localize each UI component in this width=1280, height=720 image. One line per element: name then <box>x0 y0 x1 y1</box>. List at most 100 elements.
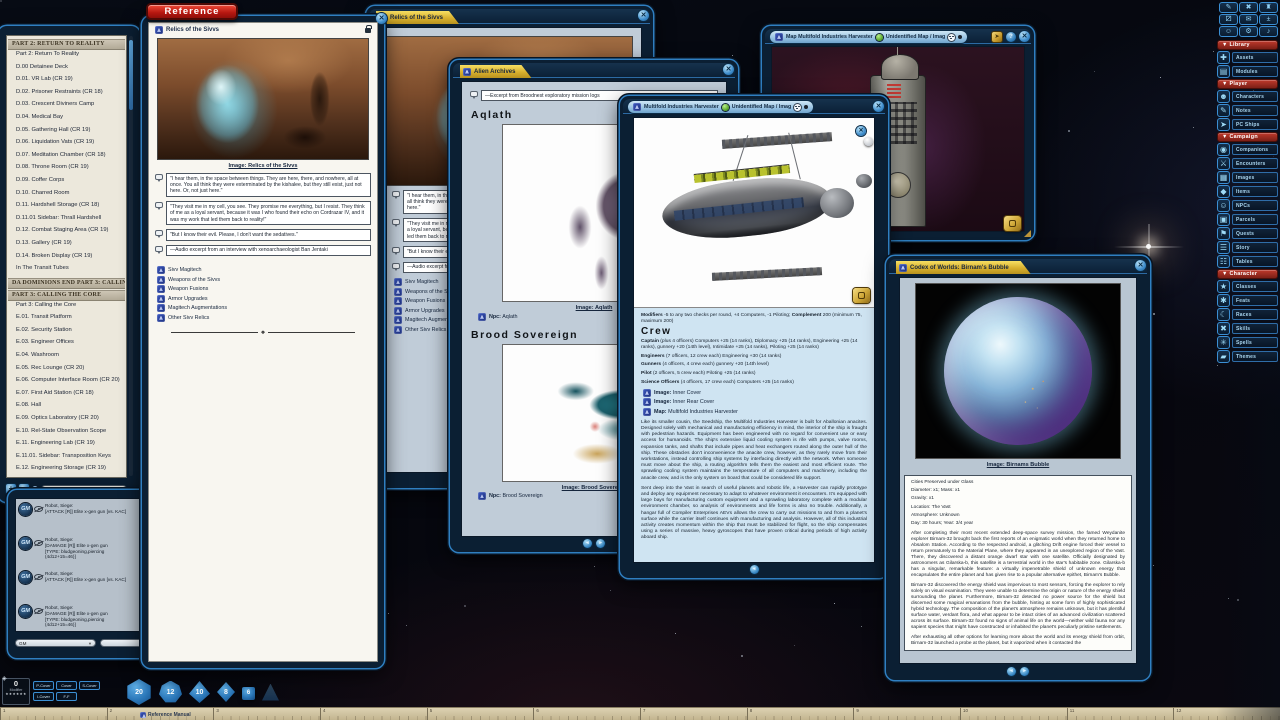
hotkey-slot[interactable]: 11 <box>1067 708 1174 720</box>
toc-row[interactable]: D.07. Meditation Chamber (CR 18) <box>7 152 126 160</box>
toc-row[interactable]: D.09. Coffer Corps <box>7 177 126 185</box>
story-relics-close-button[interactable]: ✕ <box>638 10 649 21</box>
token-face-icon[interactable] <box>794 104 801 111</box>
next-page-button[interactable]: ► <box>596 539 605 548</box>
reference-link[interactable]: Magitech Augmentations <box>157 304 377 312</box>
die[interactable]: 20 <box>126 679 152 705</box>
sidebar-item-label[interactable]: Images <box>1232 172 1278 183</box>
lock-icon[interactable] <box>1004 216 1021 231</box>
combat-modifier-button[interactable]: I-Cover <box>33 692 54 701</box>
toc-row[interactable]: Part 3: Calling the Core <box>7 302 126 310</box>
sidebar-item-label[interactable]: Companions <box>1232 144 1278 155</box>
sidebar-tool-button[interactable]: ✉ <box>1239 14 1258 25</box>
sidebar-item-label[interactable]: PC Ships <box>1232 119 1278 130</box>
story-window-harvester[interactable]: Multifold Industries Harvester Unidentif… <box>620 96 888 578</box>
reference-page-window[interactable]: ✕ Relics of the Sivvs Image: Relics of t… <box>142 16 384 668</box>
map-resize-handle[interactable] <box>1024 230 1031 237</box>
toc-row[interactable]: E.06. Computer Interface Room (CR 20) <box>7 377 126 385</box>
sidebar-item-icon[interactable]: ✖ <box>1217 322 1230 335</box>
toc-row[interactable]: PART 3: CALLING THE CORE <box>8 290 125 301</box>
alien-archives-tab[interactable]: Alien Archives <box>460 65 531 78</box>
sidebar-item-label[interactable]: Quests <box>1232 228 1278 239</box>
sidebar-item-label[interactable]: Items <box>1232 186 1278 197</box>
toc-row[interactable]: E.08. Hall <box>7 402 126 410</box>
reference-badge[interactable]: Reference <box>146 3 238 20</box>
planet-artwork[interactable] <box>915 283 1121 459</box>
sidebar-item-label[interactable]: Races <box>1232 309 1278 320</box>
toc-row[interactable]: E.11.01. Sidebar: Transposition Keys <box>7 453 126 461</box>
brush-size-icon[interactable] <box>804 105 808 109</box>
reference-link[interactable]: Weapons of the Sivvs <box>157 276 377 284</box>
toc-row[interactable]: E.09. Optics Laboratory (CR 20) <box>7 415 126 423</box>
token-delete-button[interactable]: ✕ <box>856 126 866 136</box>
toc-row[interactable]: PART 2: RETURN TO REALITY <box>8 39 125 50</box>
sidebar-item-icon[interactable]: ✳ <box>1217 336 1230 349</box>
sidebar-item-icon[interactable]: ⚑ <box>1217 227 1230 240</box>
toc-scrollbar[interactable] <box>129 36 133 476</box>
toc-row[interactable]: D.10. Charred Room <box>7 190 126 198</box>
toc-row[interactable]: D.00 Detainee Deck <box>7 64 126 72</box>
hotkey-slot[interactable]: 1 <box>0 708 107 720</box>
prev-page-button[interactable]: ◄ <box>1007 667 1016 676</box>
sidebar-section-header[interactable]: ▼ Character <box>1217 269 1278 279</box>
sidebar-item-label[interactable]: Tables <box>1232 256 1278 267</box>
reference-toc-window[interactable]: PART 2: RETURN TO REALITY Part 2: Return… <box>0 26 140 502</box>
codex-close-button[interactable]: ✕ <box>1135 260 1146 271</box>
relics-artwork[interactable] <box>157 38 369 160</box>
toc-row[interactable]: D.05. Gathering Hall (CR 19) <box>7 127 126 135</box>
map-window-titlebar[interactable]: Map Multifold Industries Harvester Unide… <box>770 31 967 43</box>
combat-modifier-button[interactable]: S-Cover <box>79 681 100 690</box>
hotkey-slot[interactable]: 5 <box>427 708 534 720</box>
die[interactable]: 12 <box>159 681 182 704</box>
die[interactable] <box>262 684 279 701</box>
die[interactable]: 6 <box>242 687 255 700</box>
reference-link[interactable]: Armor Upgrades <box>157 295 377 303</box>
combat-modifier-button[interactable]: P-Cover <box>33 681 54 690</box>
next-page-button[interactable]: ► <box>1020 667 1029 676</box>
sidebar-item-label[interactable]: Themes <box>1232 351 1278 362</box>
pointer-tool-icon[interactable]: ➤ <box>992 32 1002 42</box>
identified-toggle-icon[interactable] <box>722 104 729 111</box>
sidebar-item-icon[interactable]: ▤ <box>1217 65 1230 78</box>
sidebar-item-icon[interactable]: ✚ <box>1217 51 1230 64</box>
toc-row[interactable]: In The Transit Tubes <box>7 265 126 273</box>
sidebar-item-icon[interactable]: ▣ <box>1217 213 1230 226</box>
sidebar-tool-button[interactable]: ✎ <box>1219 2 1238 13</box>
toc-row[interactable]: D.01. VR Lab (CR 19) <box>7 76 126 84</box>
toc-row[interactable]: E.04. Washroom <box>7 352 126 360</box>
sidebar-item-icon[interactable]: ✱ <box>1217 294 1230 307</box>
sidebar-item-label[interactable]: Classes <box>1232 281 1278 292</box>
modifier-box[interactable]: ◈ 0 Modifier ★★★★★★ <box>2 678 30 705</box>
sidebar-item-label[interactable]: Characters <box>1232 91 1278 102</box>
sidebar-item-icon[interactable]: ◉ <box>1217 143 1230 156</box>
toc-row[interactable]: D.11. Hardshell Storage (CR 18) <box>7 202 126 210</box>
sidebar-item-label[interactable]: Parcels <box>1232 214 1278 225</box>
lock-icon[interactable] <box>853 288 870 303</box>
toc-row[interactable]: Part 2: Return To Reality <box>7 51 126 59</box>
sidebar-item-icon[interactable]: ★ <box>1217 280 1230 293</box>
toc-row[interactable]: D.11.01 Sidebar: Thrall Hardshell <box>7 215 126 223</box>
hotkey-slot[interactable]: 6 <box>533 708 640 720</box>
prev-page-button[interactable]: ◄ <box>750 565 759 574</box>
sidebar-item-icon[interactable]: ✎ <box>1217 104 1230 117</box>
speaker-select[interactable]: GM▼ <box>15 639 96 647</box>
toc-row[interactable]: D.12. Combat Staging Area (CR 19) <box>7 227 126 235</box>
sidebar-item-icon[interactable]: ⚔ <box>1217 157 1230 170</box>
hotkey-slot[interactable]: 10 <box>960 708 1067 720</box>
harvester-ship-artwork[interactable] <box>634 118 874 308</box>
sidebar-tool-button[interactable]: ♪ <box>1259 26 1278 37</box>
harvester-titlebar[interactable]: Multifold Industries Harvester Unidentif… <box>628 101 813 113</box>
toc-row[interactable]: D.03. Crescent Diviners Camp <box>7 101 126 109</box>
sidebar-tool-button[interactable]: ⚙ <box>1239 26 1258 37</box>
sidebar-tool-button[interactable]: ☺ <box>1219 26 1238 37</box>
prev-page-button[interactable]: ◄ <box>583 539 592 548</box>
story-relics-tab[interactable]: Relics of the Sivvs <box>376 11 459 24</box>
sidebar-section-header[interactable]: ▼ Library <box>1217 40 1278 50</box>
sidebar-item-label[interactable]: Feats <box>1232 295 1278 306</box>
toc-row[interactable]: E.11. Engineering Lab (CR 19) <box>7 440 126 448</box>
sidebar-item-icon[interactable]: ☷ <box>1217 255 1230 268</box>
map-close-button[interactable]: ✕ <box>1019 31 1030 42</box>
reference-link[interactable]: Other Sivv Relics <box>157 314 377 322</box>
hotkey-reference-manual[interactable]: Reference Manual <box>140 712 191 718</box>
white-token[interactable] <box>864 137 873 146</box>
